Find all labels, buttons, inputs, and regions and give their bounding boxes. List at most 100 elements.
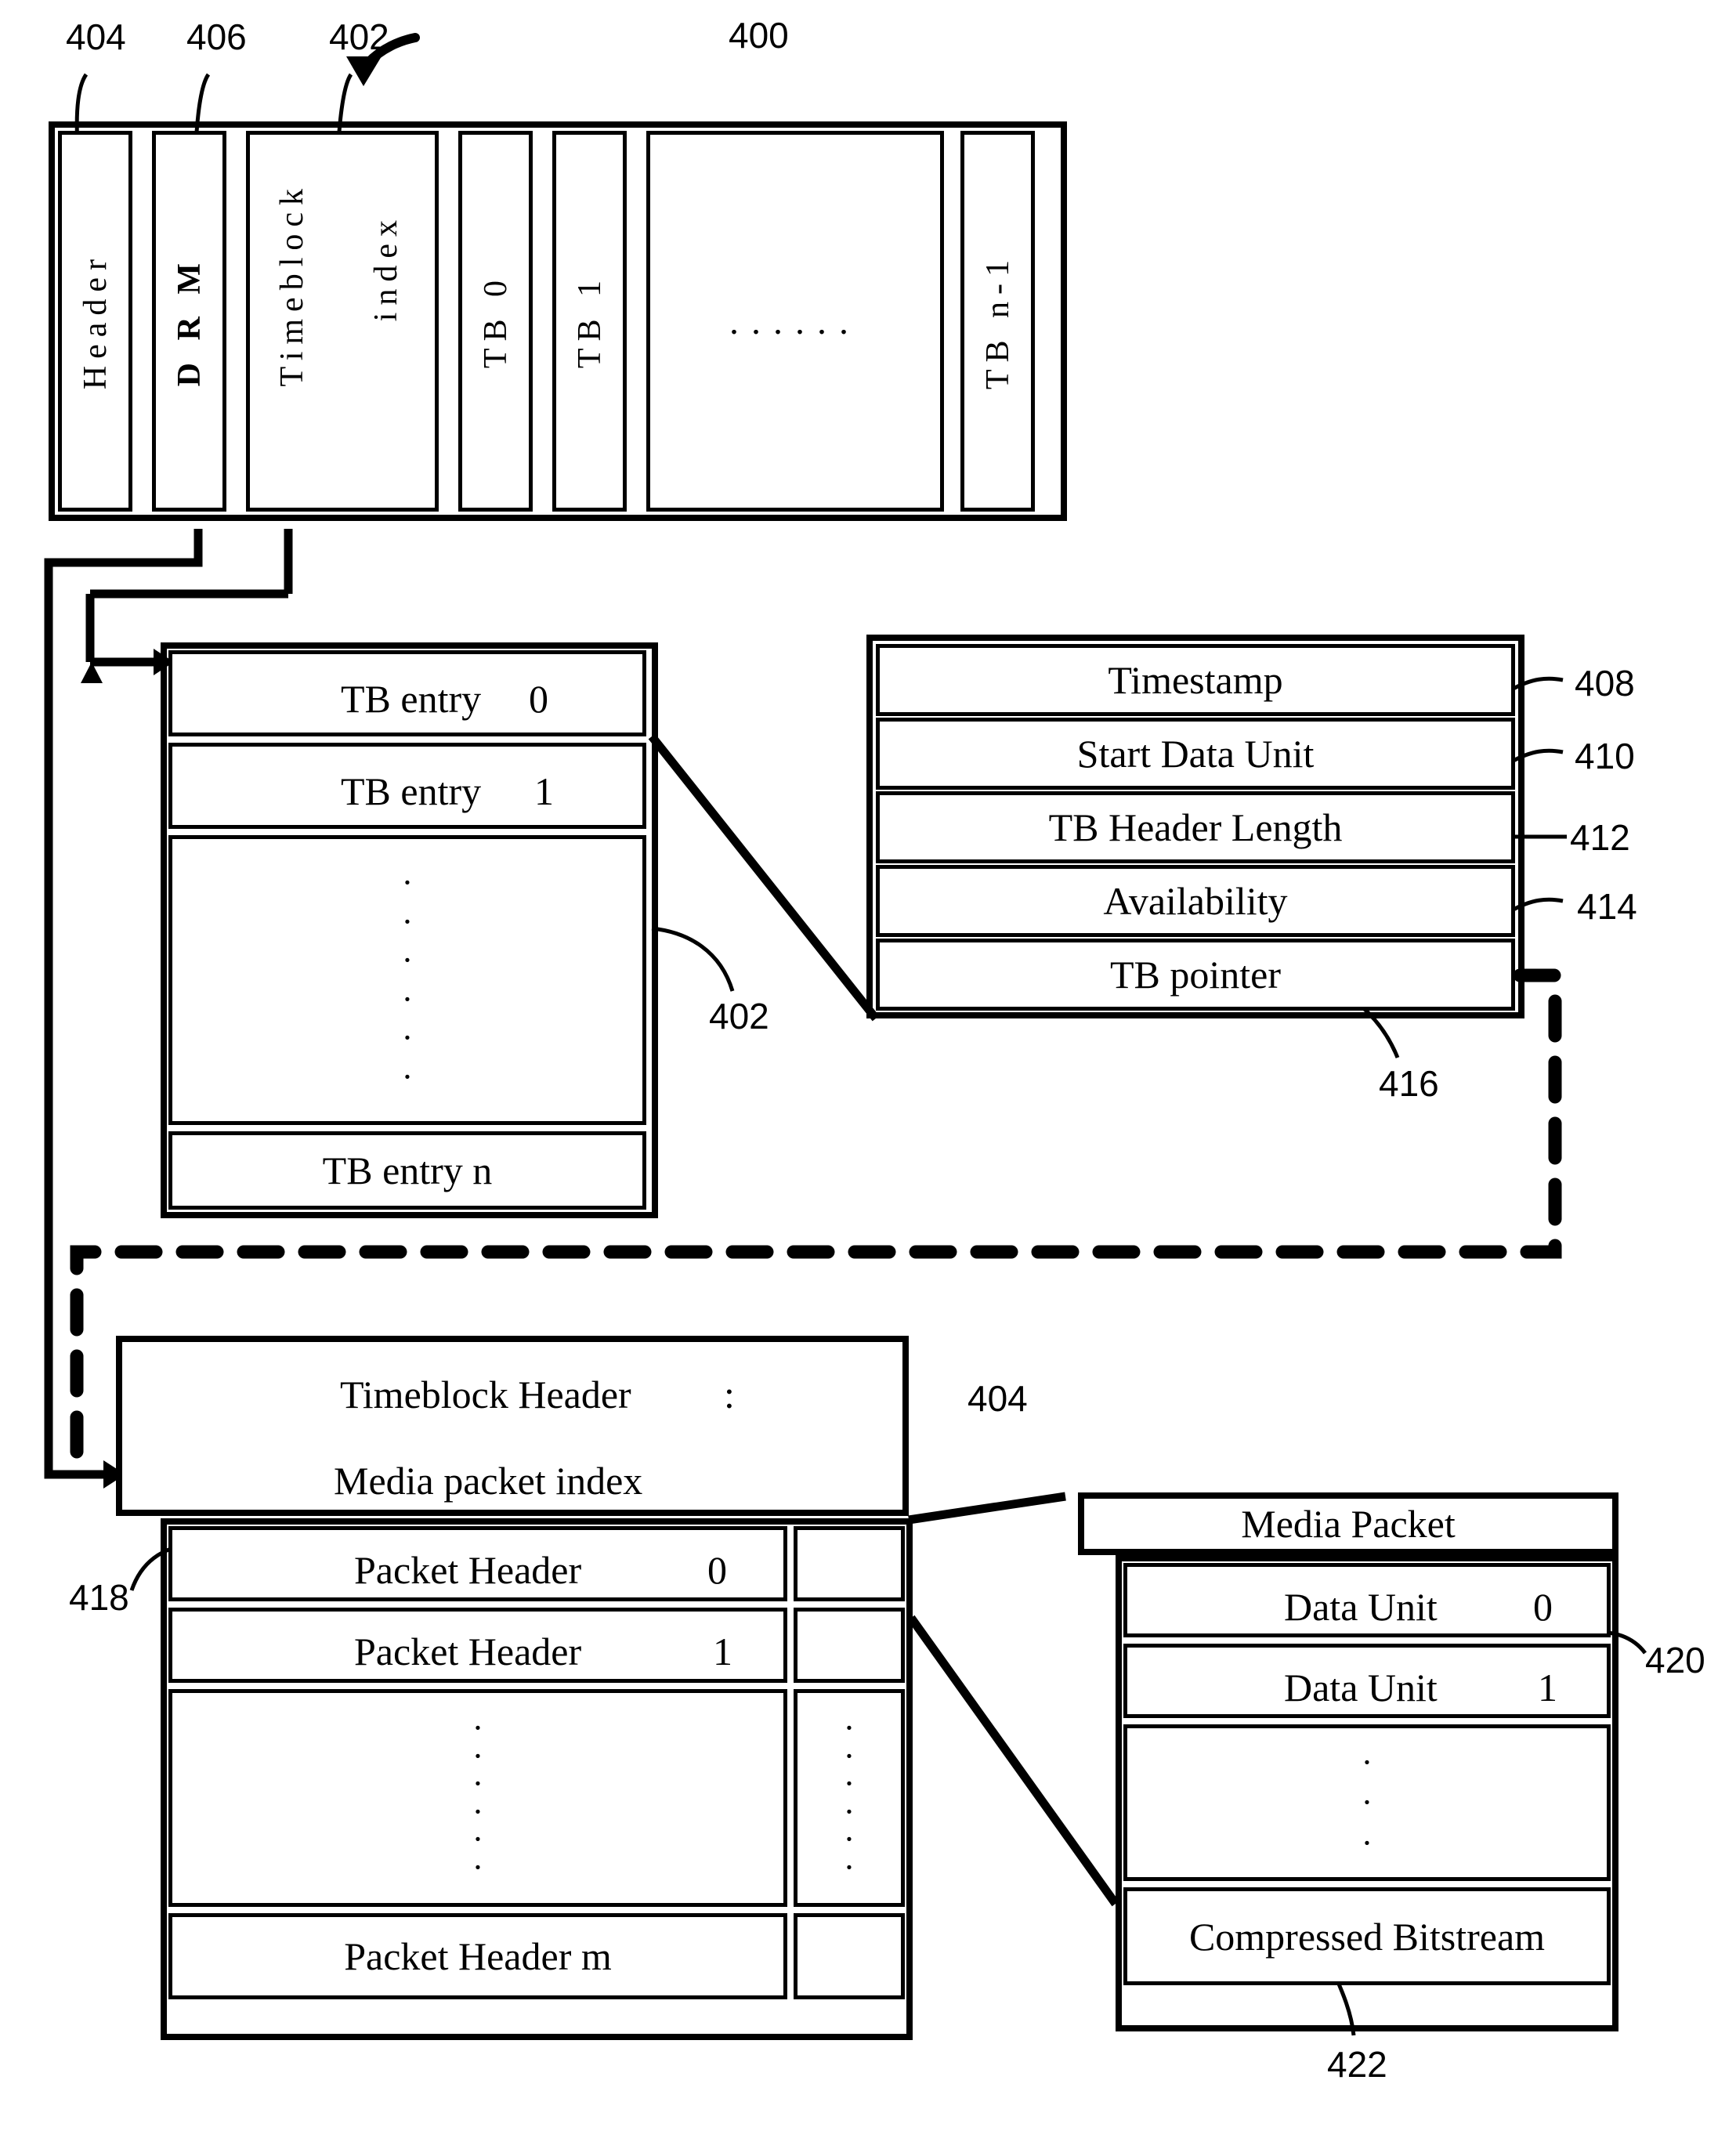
stream-cell-drm-label: D R M bbox=[171, 255, 208, 387]
tb-detail-row-availability: Availability bbox=[876, 865, 1515, 937]
ref-400: 400 bbox=[729, 15, 789, 56]
media-packet-row-data-unit-0-label: Data Unit bbox=[1284, 1585, 1438, 1629]
timeblock-header-box: Timeblock Header : Media packet index bbox=[116, 1336, 909, 1516]
packet-header-row-ellipsis: · · · · · · bbox=[168, 1689, 787, 1907]
dot: · bbox=[843, 1709, 855, 1747]
ref-422: 422 bbox=[1327, 2044, 1387, 2085]
tb-entry-row-0: TB entry 0 bbox=[168, 650, 646, 736]
stream-cell-header: Header bbox=[58, 131, 132, 512]
timeblock-header-label: Timeblock Header bbox=[340, 1373, 631, 1416]
expand-diagonal-packet-bottom bbox=[907, 1615, 1119, 1907]
tb-entry-row-1-name: TB entry bbox=[341, 769, 482, 813]
connector-left-trunk bbox=[44, 624, 110, 1479]
ref-402-top: 402 bbox=[329, 16, 389, 57]
tb-detail-row-start-data-unit-label: Start Data Unit bbox=[1076, 732, 1315, 776]
dot: · bbox=[401, 1018, 414, 1058]
ref-420: 420 bbox=[1645, 1640, 1705, 1680]
expand-line-top bbox=[652, 654, 876, 736]
stream-cell-timeblock-index: Timeblock index bbox=[246, 131, 439, 512]
dot: · bbox=[401, 941, 414, 980]
dot: · bbox=[1361, 1783, 1373, 1821]
stream-cell-index-label: index bbox=[368, 213, 404, 322]
stream-cell-header-label: Header bbox=[77, 252, 114, 390]
tb-detail-row-availability-label: Availability bbox=[1103, 879, 1288, 923]
packet-pointer-cell-m bbox=[794, 1913, 905, 1999]
tb-detail-row-start-data-unit: Start Data Unit bbox=[876, 718, 1515, 790]
tb-detail-row-tb-header-length-label: TB Header Length bbox=[1048, 805, 1343, 849]
packet-pointer-cell-0 bbox=[794, 1526, 905, 1601]
packet-header-row-m-name: Packet Header m bbox=[344, 1934, 612, 1978]
media-packet-row-compressed-bitstream: Compressed Bitstream bbox=[1123, 1887, 1611, 1985]
media-packet-row-data-unit-1: Data Unit 1 bbox=[1123, 1644, 1611, 1718]
dot: · bbox=[472, 1764, 484, 1803]
tb-detail-row-tb-pointer-label: TB pointer bbox=[1109, 953, 1282, 997]
dot: · bbox=[843, 1764, 855, 1803]
stream-cell-ellipsis: ...... bbox=[646, 131, 944, 512]
stream-cell-drm: D R M bbox=[152, 131, 226, 512]
dot: · bbox=[843, 1820, 855, 1859]
packet-header-row-0-index: 0 bbox=[707, 1548, 727, 1592]
dot: · bbox=[472, 1820, 484, 1859]
dot: · bbox=[843, 1847, 855, 1887]
leader-402-mid bbox=[651, 926, 735, 992]
ref-416: 416 bbox=[1379, 1063, 1439, 1104]
stream-cell-tbn1: TB n-1 bbox=[960, 131, 1035, 512]
dot: · bbox=[843, 1736, 855, 1775]
tb-detail-row-timestamp-label: Timestamp bbox=[1108, 658, 1283, 702]
ref-412: 412 bbox=[1570, 817, 1630, 858]
packet-pointer-vertical-dots: · · · · · · bbox=[841, 1709, 857, 1887]
tb-entry-vertical-dots: · · · · · · bbox=[400, 863, 415, 1094]
media-packet-row-compressed-bitstream-label: Compressed Bitstream bbox=[1188, 1914, 1546, 1959]
packet-pointer-cell-ellipsis: · · · · · · bbox=[794, 1689, 905, 1907]
stream-cell-timeblock-label: Timeblock bbox=[274, 182, 310, 387]
dot: · bbox=[1361, 1742, 1373, 1782]
timeblock-header-colon: : bbox=[724, 1373, 735, 1416]
dot: · bbox=[401, 863, 414, 902]
dot: · bbox=[472, 1847, 484, 1887]
connector-timeblock-index bbox=[44, 529, 203, 624]
media-packet-vertical-dots: · · · bbox=[1359, 1742, 1375, 1862]
dot: · bbox=[472, 1736, 484, 1775]
tb-entry-row-1: TB entry 1 bbox=[168, 743, 646, 829]
ref-408: 408 bbox=[1575, 663, 1635, 704]
tb-entry-row-1-index: 1 bbox=[534, 769, 554, 813]
dot: · bbox=[843, 1792, 855, 1831]
tb-entry-row-ellipsis: · · · · · · bbox=[168, 835, 646, 1125]
packet-header-row-1-index: 1 bbox=[713, 1630, 732, 1673]
dot: · bbox=[472, 1792, 484, 1831]
packet-header-row-0-name: Packet Header bbox=[354, 1548, 582, 1592]
tb-detail-row-timestamp: Timestamp bbox=[876, 644, 1515, 716]
ref-404-top: 404 bbox=[66, 16, 126, 57]
ref-402-mid: 402 bbox=[709, 996, 769, 1036]
arrow-400-head bbox=[346, 56, 382, 86]
ref-404-bottom: 404 bbox=[967, 1378, 1028, 1419]
ref-414: 414 bbox=[1577, 886, 1637, 927]
tb-detail-row-tb-pointer: TB pointer bbox=[876, 939, 1515, 1011]
media-packet-row-data-unit-1-label: Data Unit bbox=[1284, 1666, 1438, 1709]
tb-entry-row-n-name: TB entry n bbox=[322, 1149, 493, 1192]
dot: · bbox=[1361, 1823, 1373, 1862]
stream-cell-tb0-label: TB 0 bbox=[477, 273, 514, 369]
ref-406-top: 406 bbox=[186, 16, 247, 57]
expand-diagonal-tb bbox=[648, 733, 880, 1022]
tb-entry-row-0-name: TB entry bbox=[341, 677, 482, 721]
media-packet-title-box: Media Packet bbox=[1078, 1492, 1618, 1555]
dot: · bbox=[472, 1709, 484, 1747]
stream-cell-tb0: TB 0 bbox=[458, 131, 533, 512]
tb-entry-row-n: TB entry n bbox=[168, 1131, 646, 1210]
packet-header-vertical-dots: · · · · · · bbox=[470, 1709, 486, 1887]
expand-diagonal-packet-top bbox=[908, 1492, 1066, 1525]
stream-cell-ellipsis-label: ...... bbox=[729, 300, 861, 342]
dot: · bbox=[401, 979, 414, 1018]
packet-header-row-1-name: Packet Header bbox=[354, 1630, 582, 1673]
stream-cell-tbn1-label: TB n-1 bbox=[979, 252, 1016, 390]
stream-cell-tb1: TB 1 bbox=[552, 131, 627, 512]
media-packet-row-data-unit-0-index: 0 bbox=[1533, 1585, 1553, 1629]
tb-detail-row-tb-header-length: TB Header Length bbox=[876, 791, 1515, 863]
stream-cell-tb1-label: TB 1 bbox=[571, 273, 608, 369]
packet-header-row-0: Packet Header 0 bbox=[168, 1526, 787, 1601]
media-packet-title-label: Media Packet bbox=[1241, 1502, 1456, 1546]
media-packet-row-ellipsis: · · · bbox=[1123, 1724, 1611, 1881]
timeblock-media-packet-index-label: Media packet index bbox=[334, 1459, 643, 1503]
media-packet-row-data-unit-1-index: 1 bbox=[1538, 1666, 1557, 1709]
